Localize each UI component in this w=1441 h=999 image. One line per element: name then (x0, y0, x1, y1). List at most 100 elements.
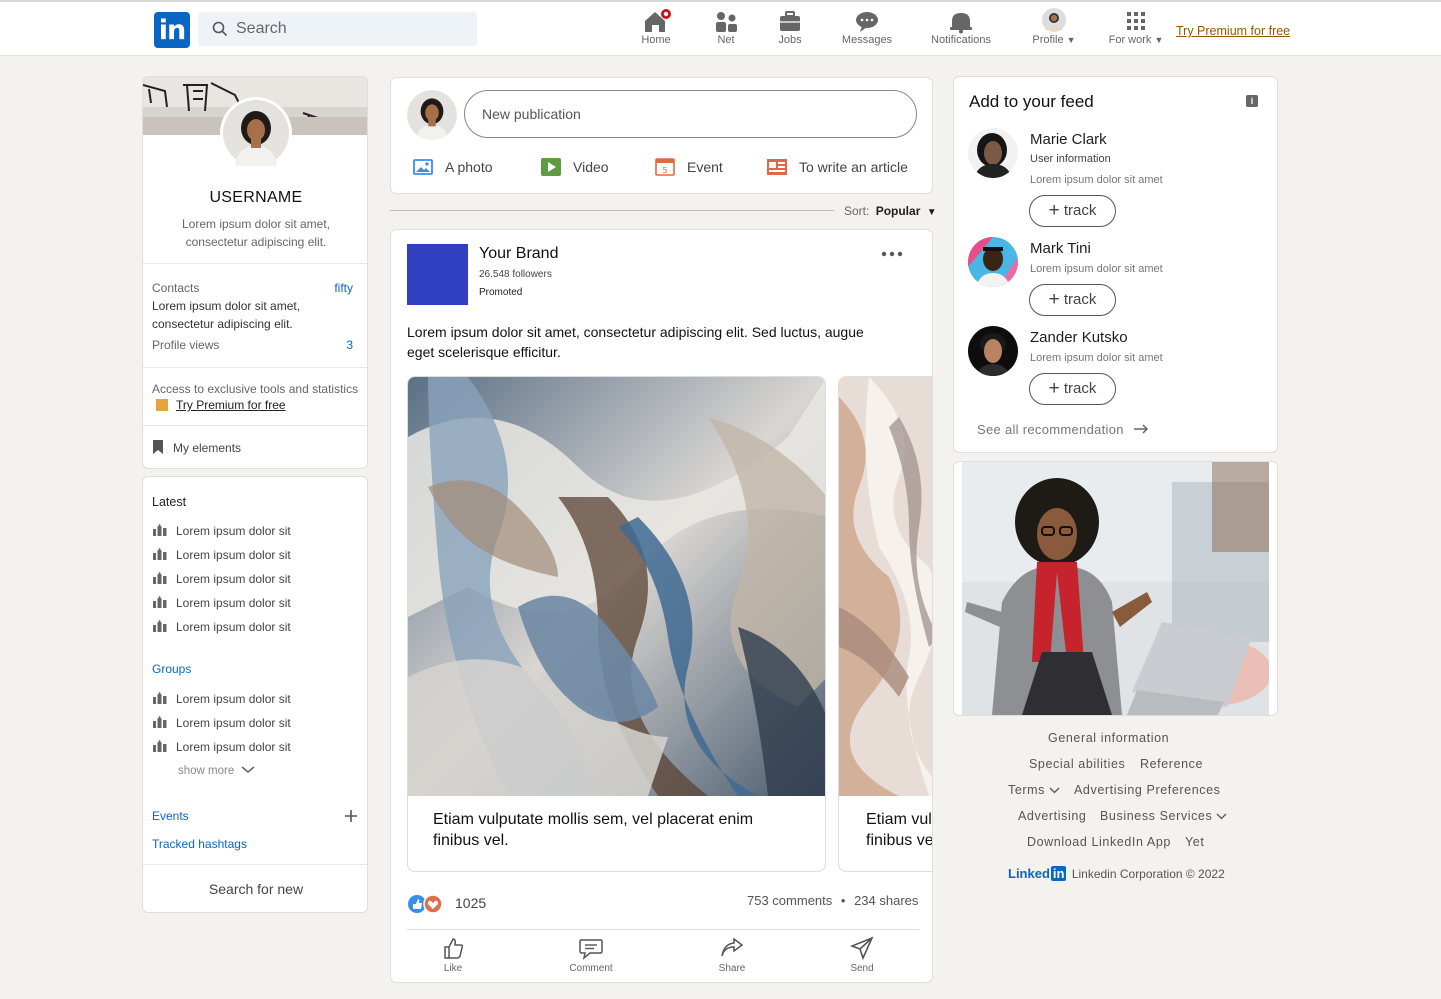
ad-card[interactable] (953, 461, 1278, 716)
carousel-card[interactable]: Etiam vulputate mollis sem, vel placerat… (407, 376, 826, 872)
track-button[interactable]: + track (1029, 195, 1116, 227)
shares-count[interactable]: 234 shares (854, 893, 918, 908)
nav-for-work[interactable]: For work ▼ (1106, 8, 1166, 52)
comments-count[interactable]: 753 comments (747, 893, 832, 908)
new-publication-input[interactable]: New publication (464, 90, 917, 138)
add-video-button[interactable]: Video (541, 158, 609, 176)
avatar[interactable] (968, 237, 1018, 287)
person-name[interactable]: Zander Kutsko (1030, 329, 1128, 346)
footer-business-services[interactable]: Business Services (1100, 809, 1227, 823)
sidebar-list-item[interactable]: Lorem ipsum dolor sit (153, 619, 291, 635)
send-button[interactable]: Send (822, 936, 902, 974)
share-button[interactable]: Share (692, 936, 772, 974)
write-article-button[interactable]: To write an article (767, 158, 908, 176)
sidebar-list-item[interactable]: Lorem ipsum dolor sit (153, 739, 291, 755)
followers-count: 26.548 followers (479, 269, 552, 280)
thumbs-up-icon (444, 938, 464, 959)
plus-icon: + (1048, 378, 1060, 399)
my-elements-link[interactable]: My elements (152, 440, 241, 455)
search-input[interactable] (236, 12, 466, 46)
nav-label: Home (641, 34, 671, 46)
carousel-card[interactable]: Etiam vulputate mollis sem, vel placerat… (838, 376, 932, 872)
ad-image (962, 462, 1269, 715)
reactions-icon[interactable] (407, 894, 445, 914)
more-options-icon[interactable] (881, 250, 903, 258)
footer-download-app[interactable]: Download LinkedIn App (1027, 835, 1171, 849)
like-button[interactable]: Like (413, 936, 493, 974)
send-icon (850, 936, 874, 960)
chevron-down-icon (241, 766, 255, 773)
bell-icon (950, 13, 972, 34)
comment-icon (579, 939, 603, 960)
profile-avatar[interactable] (220, 97, 292, 169)
premium-promo-text: Access to exclusive tools and statistics (152, 382, 359, 396)
nav-network[interactable]: Net (706, 8, 746, 52)
nav-notifications[interactable]: Notifications (928, 8, 994, 52)
reactions-count[interactable]: 1025 (455, 895, 486, 911)
search-for-new-button[interactable]: Search for new (143, 881, 367, 897)
add-event-icon[interactable] (344, 809, 358, 823)
list-item-label: Lorem ipsum dolor sit (176, 692, 291, 706)
sort-control[interactable]: Sort: Popular ▼ (844, 204, 937, 218)
photo-icon (413, 159, 433, 175)
show-more-button[interactable]: show more (178, 765, 255, 777)
sidebar-list-item[interactable]: Lorem ipsum dolor sit (153, 691, 291, 707)
nav-jobs[interactable]: Jobs (770, 8, 810, 52)
sidebar-list-item[interactable]: Lorem ipsum dolor sit (153, 571, 291, 587)
carousel-image (839, 377, 932, 796)
nav-messages[interactable]: Messages (840, 8, 894, 52)
nav-label: Net (717, 34, 735, 46)
sidebar-list-item[interactable]: Lorem ipsum dolor sit (153, 715, 291, 731)
person-name[interactable]: Marie Clark (1030, 131, 1107, 148)
footer-more[interactable]: Yet (1185, 835, 1204, 849)
search-box[interactable] (198, 12, 477, 46)
comment-button[interactable]: Comment (551, 936, 631, 974)
try-premium-link[interactable]: Try Premium for free (176, 398, 286, 412)
add-photo-button[interactable]: A photo (413, 158, 493, 176)
linkedin-logo[interactable]: in (154, 12, 190, 48)
chevron-down-icon: ▼ (1066, 35, 1076, 45)
nav-label: For work ▼ (1108, 34, 1164, 46)
try-premium-link[interactable]: Try Premium for free (1176, 24, 1290, 38)
profile-views-count[interactable]: 3 (346, 338, 353, 352)
sidebar-list-item[interactable]: Lorem ipsum dolor sit (153, 547, 291, 563)
events-link[interactable]: Events (152, 809, 189, 823)
contacts-count[interactable]: fifty (334, 281, 353, 295)
share-icon (721, 937, 744, 957)
track-button[interactable]: + track (1029, 284, 1116, 316)
tracked-hashtags-link[interactable]: Tracked hashtags (152, 837, 247, 851)
composer-card: New publication A photo Video 5 Event To … (390, 77, 933, 194)
footer-special-abilities[interactable]: Special abilities (1029, 757, 1125, 771)
groups-title[interactable]: Groups (152, 662, 191, 676)
brand-name[interactable]: Your Brand (479, 245, 558, 263)
contacts-label[interactable]: Contacts (152, 281, 199, 295)
footer-general-information[interactable]: General information (1048, 731, 1169, 745)
profile-views-label[interactable]: Profile views (152, 338, 219, 352)
top-navigation-bar: in Home Net Jobs Messages Notifications … (0, 0, 1441, 56)
sidebar-list-item[interactable]: Lorem ipsum dolor sit (153, 595, 291, 611)
see-all-recommendations-link[interactable]: See all recommendation (977, 422, 1149, 437)
sidebar-list-item[interactable]: Lorem ipsum dolor sit (153, 523, 291, 539)
footer-copyright: Linked in Linkedin Corporation © 2022 (1008, 866, 1225, 881)
avatar[interactable] (968, 326, 1018, 376)
avatar[interactable] (968, 128, 1018, 178)
group-icon (153, 740, 167, 752)
list-item-label: Lorem ipsum dolor sit (176, 620, 291, 634)
nav-profile[interactable]: Profile ▼ (1026, 8, 1082, 52)
sort-divider (390, 210, 834, 211)
track-button[interactable]: + track (1029, 373, 1116, 405)
network-icon (716, 12, 737, 32)
footer-advertising[interactable]: Advertising (1018, 809, 1086, 823)
promoted-label: Promoted (479, 287, 523, 298)
nav-home[interactable]: Home (636, 8, 676, 52)
brand-logo[interactable] (407, 244, 468, 305)
profile-username[interactable]: USERNAME (143, 189, 367, 207)
person-name[interactable]: Mark Tini (1030, 240, 1091, 257)
info-icon[interactable]: i (1246, 95, 1258, 107)
footer-advertising-preferences[interactable]: Advertising Preferences (1074, 783, 1221, 797)
calendar-icon: 5 (655, 158, 675, 176)
footer-terms[interactable]: Terms (1008, 783, 1060, 797)
add-event-button[interactable]: 5 Event (655, 158, 723, 176)
footer-reference[interactable]: Reference (1140, 757, 1203, 771)
post-text: Lorem ipsum dolor sit amet, consectetur … (407, 324, 864, 360)
